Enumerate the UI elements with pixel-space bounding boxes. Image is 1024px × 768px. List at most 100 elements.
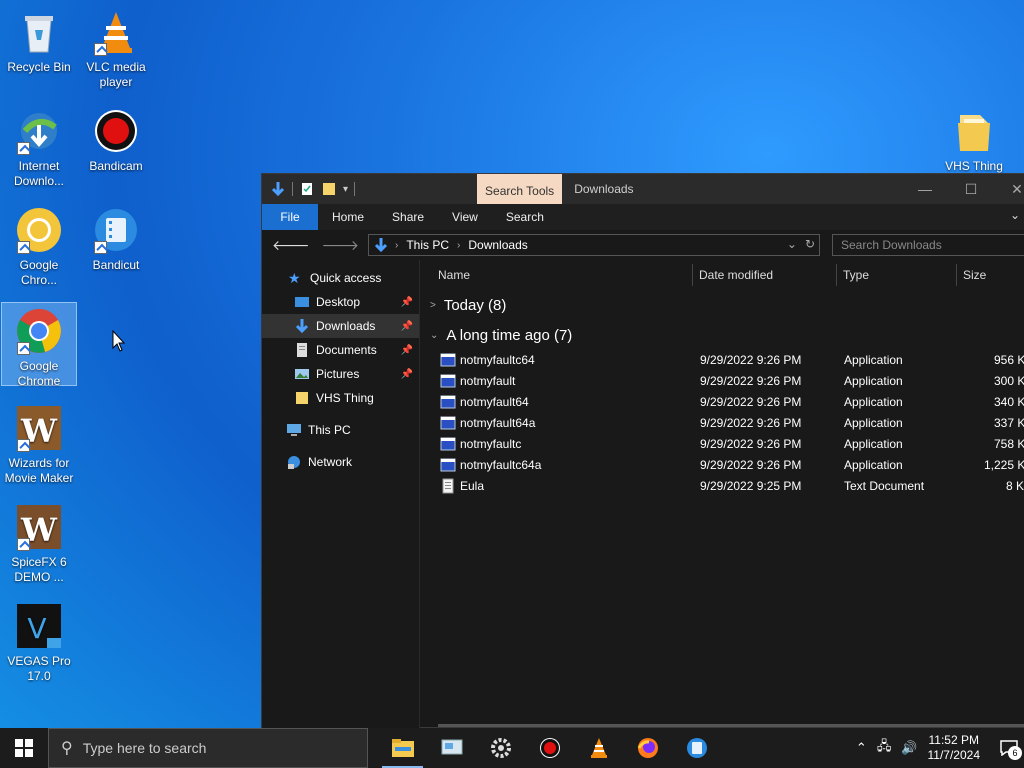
back-arrow-icon[interactable]: 🡐 bbox=[272, 237, 310, 254]
taskbar-vlc[interactable] bbox=[574, 728, 623, 768]
tab-search[interactable]: Search bbox=[492, 204, 558, 230]
tab-view[interactable]: View bbox=[438, 204, 492, 230]
desktop-icon-vegas[interactable]: V VEGAS Pro 17.0 bbox=[1, 598, 77, 684]
address-dropdown-icon[interactable]: ⌄ bbox=[787, 237, 797, 251]
desktop-icon-idm[interactable]: Internet Downlo... bbox=[1, 103, 77, 189]
file-row[interactable]: notmyfault 9/29/2022 9:26 PM Application… bbox=[422, 371, 1024, 392]
taskbar-bandicam[interactable] bbox=[525, 728, 574, 768]
group-today[interactable]: > Today (8) bbox=[422, 290, 1024, 320]
forward-arrow-icon[interactable]: 🡒 bbox=[322, 237, 360, 254]
nav-quick-access[interactable]: ★ Quick access bbox=[262, 266, 419, 290]
column-size[interactable]: Size bbox=[963, 268, 986, 282]
properties-icon[interactable] bbox=[299, 181, 315, 197]
column-separator[interactable] bbox=[956, 264, 957, 286]
horizontal-scrollbar[interactable] bbox=[438, 724, 1024, 727]
desktop-icon-bandicut[interactable]: Bandicut bbox=[78, 202, 154, 273]
pin-icon[interactable]: 📌 bbox=[401, 297, 413, 308]
file-row[interactable]: notmyfaultc64 9/29/2022 9:26 PM Applicat… bbox=[422, 350, 1024, 371]
tab-home[interactable]: Home bbox=[318, 204, 378, 230]
nav-label: Pictures bbox=[316, 367, 360, 381]
file-type: Application bbox=[844, 395, 903, 409]
window-title: Downloads bbox=[574, 182, 634, 196]
breadcrumb-downloads[interactable]: Downloads bbox=[468, 238, 527, 252]
file-date: 9/29/2022 9:26 PM bbox=[700, 395, 802, 409]
nav-network[interactable]: Network bbox=[262, 450, 419, 474]
file-row[interactable]: notmyfault64 9/29/2022 9:26 PM Applicati… bbox=[422, 392, 1024, 413]
search-tools-context-tab[interactable]: Search Tools bbox=[477, 174, 563, 204]
desktop-icon-chrome-2[interactable]: Google Chrome bbox=[1, 302, 77, 388]
nav-downloads[interactable]: Downloads 📌 bbox=[262, 314, 419, 338]
navigation-pane: ★ Quick access Desktop 📌 Downloads 📌 Doc… bbox=[262, 260, 420, 728]
nav-label: Quick access bbox=[310, 271, 382, 285]
search-placeholder: Search Downloads bbox=[841, 238, 942, 252]
quick-access-toolbar: ▾ bbox=[262, 181, 356, 197]
minimize-button[interactable]: — bbox=[902, 174, 948, 204]
desktop-icon-chrome-1[interactable]: Google Chro... bbox=[1, 202, 77, 288]
file-name: notmyfaultc64a bbox=[460, 458, 542, 472]
desktop-icon-recycle-bin[interactable]: Recycle Bin bbox=[1, 4, 77, 75]
taskbar-file-explorer[interactable] bbox=[378, 728, 427, 768]
vegas-pro-icon: V bbox=[15, 602, 63, 650]
action-center-button[interactable]: 6 bbox=[994, 728, 1024, 768]
close-button[interactable]: ✕ bbox=[994, 174, 1024, 204]
desktop-icon-vhs-thing[interactable]: VHS Thing bbox=[936, 103, 1012, 174]
new-folder-icon[interactable] bbox=[321, 181, 337, 197]
file-size: 337 KB bbox=[994, 416, 1024, 430]
desktop-icon-vlc[interactable]: VLC media player bbox=[78, 4, 154, 90]
column-name[interactable]: Name bbox=[438, 268, 470, 282]
bandicut-icon bbox=[92, 206, 140, 254]
taskbar-apps bbox=[378, 728, 721, 768]
nav-desktop[interactable]: Desktop 📌 bbox=[262, 290, 419, 314]
column-type[interactable]: Type bbox=[843, 268, 869, 282]
refresh-icon[interactable]: ↻ bbox=[805, 237, 815, 251]
address-bar[interactable]: › This PC › Downloads ⌄ ↻ bbox=[368, 234, 820, 256]
chevron-right-icon[interactable]: › bbox=[395, 240, 398, 251]
chevron-right-icon[interactable]: › bbox=[457, 240, 460, 251]
volume-icon[interactable]: 🔊 bbox=[901, 740, 917, 756]
customize-toolbar-icon[interactable]: ▾ bbox=[343, 184, 348, 195]
taskbar-search-input[interactable]: ⚲ Type here to search bbox=[48, 728, 368, 768]
group-label: A long time ago (7) bbox=[446, 326, 573, 344]
maximize-button[interactable]: ☐ bbox=[948, 174, 994, 204]
column-separator[interactable] bbox=[692, 264, 693, 286]
nav-label: Desktop bbox=[316, 295, 361, 309]
pictures-icon bbox=[295, 369, 309, 379]
search-input[interactable]: Search Downloads ⚲ bbox=[832, 234, 1024, 256]
file-row[interactable]: notmyfaultc 9/29/2022 9:26 PM Applicatio… bbox=[422, 434, 1024, 455]
tab-file[interactable]: File bbox=[262, 204, 318, 230]
nav-pictures[interactable]: Pictures 📌 bbox=[262, 362, 419, 386]
vlc-icon bbox=[590, 738, 607, 758]
show-hidden-icons-chevron-icon[interactable]: ⌃ bbox=[856, 740, 867, 756]
column-date-modified[interactable]: Date modified bbox=[699, 268, 773, 282]
file-size: 340 KB bbox=[994, 395, 1024, 409]
file-row[interactable]: notmyfaultc64a 9/29/2022 9:26 PM Applica… bbox=[422, 455, 1024, 476]
desktop-icon-wizards[interactable]: W Wizards for Movie Maker bbox=[1, 400, 77, 486]
network-tray-icon[interactable]: 🖧 bbox=[877, 737, 892, 759]
shortcut-arrow-icon bbox=[94, 43, 107, 56]
nav-vhs-thing[interactable]: VHS Thing bbox=[262, 386, 419, 410]
pin-icon[interactable]: 📌 bbox=[401, 345, 413, 356]
network-icon bbox=[288, 456, 300, 469]
group-long-time-ago[interactable]: ⌄ A long time ago (7) bbox=[422, 320, 1024, 350]
desktop-icon-bandicam[interactable]: Bandicam bbox=[78, 103, 154, 174]
pin-icon[interactable]: 📌 bbox=[401, 321, 413, 332]
expand-ribbon-icon[interactable]: ⌄ bbox=[1010, 208, 1020, 222]
breadcrumb-this-pc[interactable]: This PC bbox=[406, 238, 449, 252]
taskbar-bandicut[interactable] bbox=[672, 728, 721, 768]
file-row[interactable]: Eula 9/29/2022 9:25 PM Text Document 8 K… bbox=[422, 476, 1024, 497]
column-separator[interactable] bbox=[836, 264, 837, 286]
tab-share[interactable]: Share bbox=[378, 204, 438, 230]
control-panel-icon bbox=[441, 739, 462, 755]
taskbar-firefox[interactable] bbox=[623, 728, 672, 768]
nav-documents[interactable]: Documents 📌 bbox=[262, 338, 419, 362]
start-button[interactable] bbox=[0, 728, 48, 768]
desktop-icon-spicefx[interactable]: W SpiceFX 6 DEMO ... bbox=[1, 499, 77, 585]
pin-icon[interactable]: 📌 bbox=[401, 369, 413, 380]
file-row[interactable]: notmyfault64a 9/29/2022 9:26 PM Applicat… bbox=[422, 413, 1024, 434]
nav-this-pc[interactable]: This PC bbox=[262, 418, 419, 442]
clock[interactable]: 11:52 PM 11/7/2024 bbox=[928, 733, 981, 763]
taskbar-control-panel[interactable] bbox=[427, 728, 476, 768]
file-name: notmyfault64a bbox=[460, 416, 536, 430]
recycle-bin-icon bbox=[15, 8, 63, 56]
taskbar-settings[interactable] bbox=[476, 728, 525, 768]
